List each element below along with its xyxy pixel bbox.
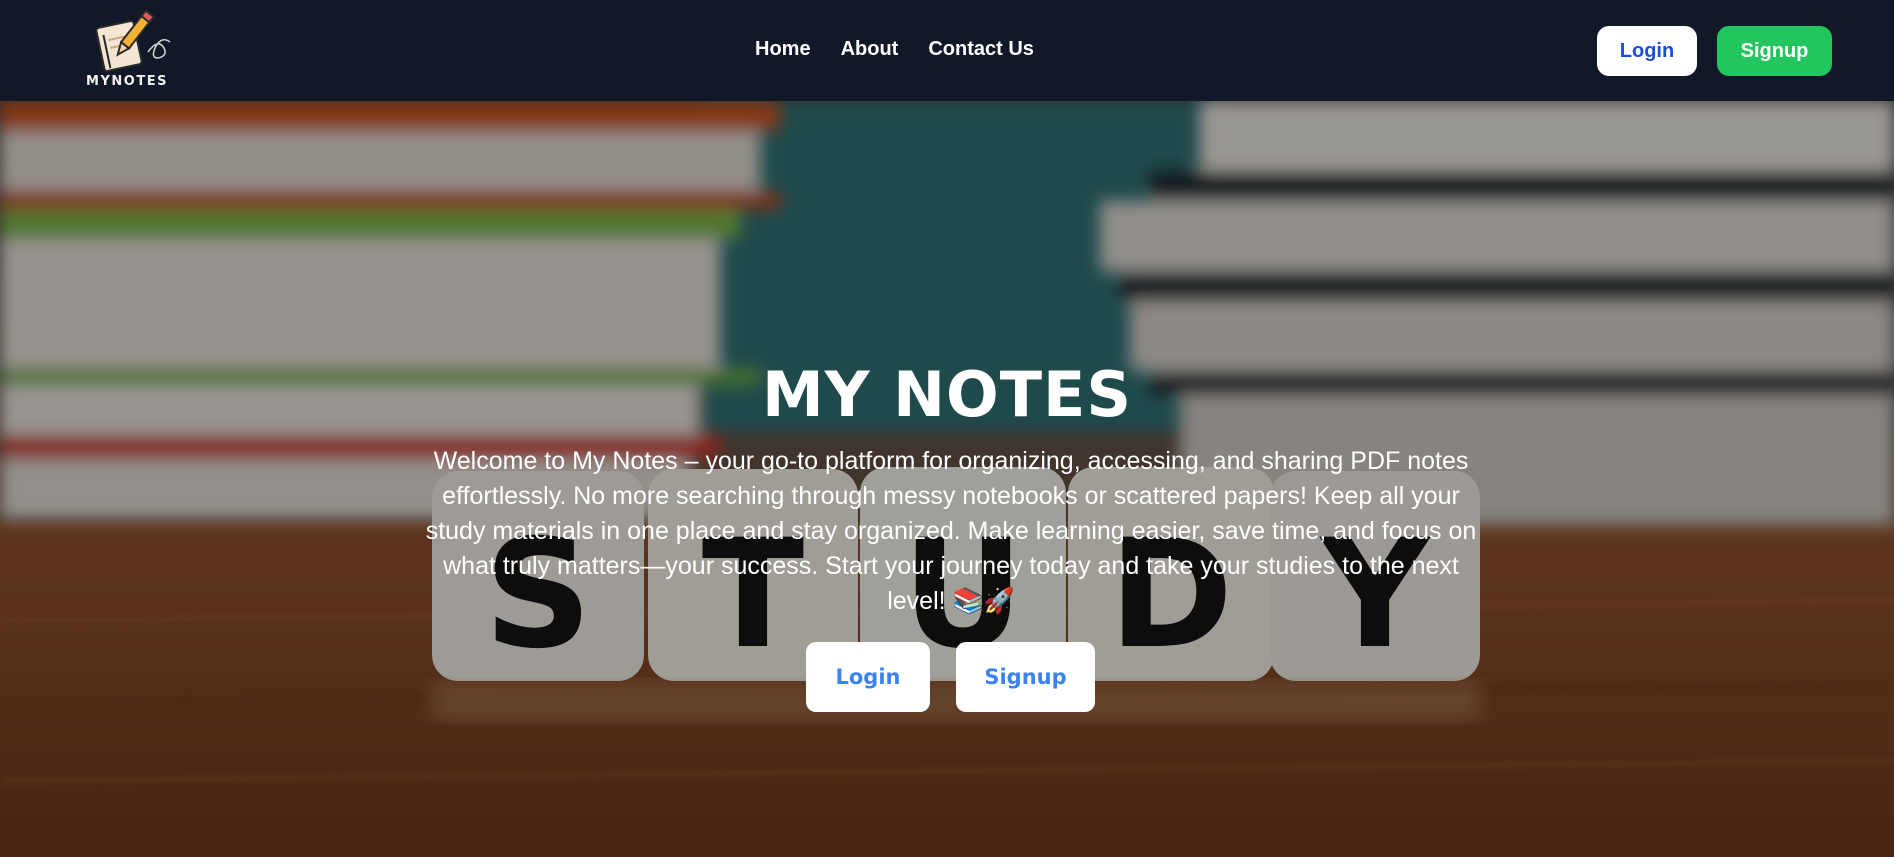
hero-section: S T U D Y MY NOTES Welcome to My Notes –… [0, 101, 1894, 857]
hero-description: Welcome to My Notes – your go-to platfor… [425, 447, 1477, 615]
nav-signup-button[interactable]: Signup [1717, 26, 1832, 76]
nav-link-home[interactable]: Home [755, 38, 811, 61]
hero-signup-button[interactable]: Signup [956, 642, 1095, 712]
hero-title: MY NOTES [761, 358, 1133, 431]
nav-link-contact[interactable]: Contact Us [928, 38, 1034, 61]
nav-link-about[interactable]: About [841, 38, 899, 61]
nav-login-button[interactable]: Login [1597, 26, 1697, 76]
navbar: MYNOTES Home About Contact Us Login Sign… [0, 0, 1894, 101]
hero-login-button[interactable]: Login [806, 642, 930, 712]
brand-logo[interactable]: MYNOTES [84, 8, 176, 92]
brand-name: MYNOTES [86, 74, 168, 89]
notebook-pencil-icon [95, 9, 171, 72]
main-nav: Home About Contact Us [755, 38, 1034, 61]
